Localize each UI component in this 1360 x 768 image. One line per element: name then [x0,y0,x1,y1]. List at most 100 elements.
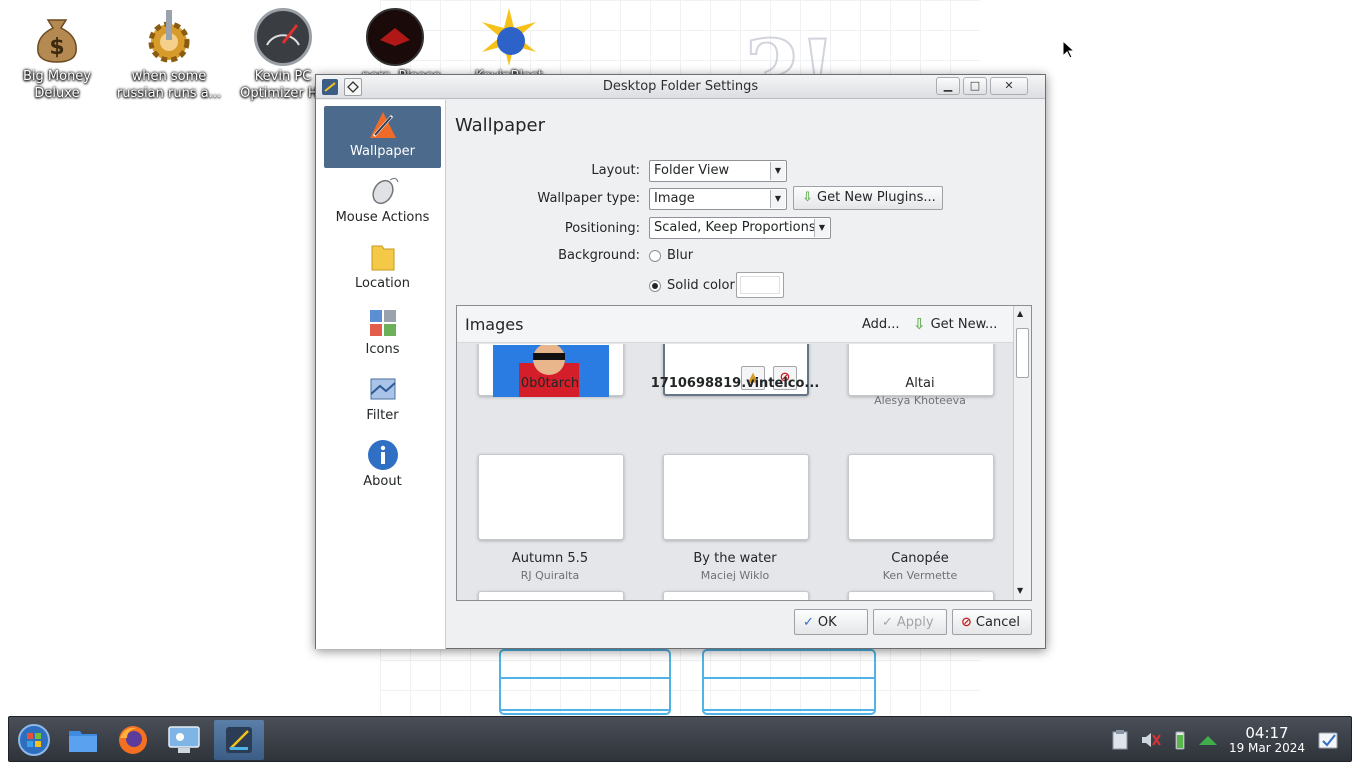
network-icon[interactable] [1197,729,1219,751]
sidebar-item-location[interactable]: Location [324,238,441,300]
desktop-settings-icon [226,727,252,753]
desktop-settings-taskbar-button[interactable] [214,720,264,760]
icons-icon [366,306,400,340]
solid-color-label: Solid color [667,278,735,293]
sidebar-item-label: Mouse Actions [335,210,430,225]
cancel-button[interactable]: ⊘ Cancel [952,609,1032,635]
sidebar-item-filter[interactable]: Filter [324,370,441,432]
sidebar-item-mouse-actions[interactable]: Mouse Actions [324,172,441,234]
sidebar-item-wallpaper[interactable]: Wallpaper [324,106,441,168]
filter-icon [366,372,400,406]
system-clock[interactable]: 04:17 19 Mar 2024 [1224,725,1310,755]
wallpaper-sketch-legs [499,649,876,715]
blur-label: Blur [667,248,694,263]
get-new-images-label: Get New... [930,316,998,332]
mouse-icon [366,174,400,208]
gear-icon [140,8,198,66]
layout-label: Layout: [591,163,640,178]
desktop-icon-label: Big Money Deluxe [22,69,91,101]
scroll-up-icon[interactable]: ▲ [1017,309,1023,318]
sidebar-item-about[interactable]: About [324,436,441,498]
images-scrollbar[interactable]: ▲ ▼ [1013,306,1031,600]
images-panel: Images Add... ⇩ Get New... ▲ ⊘ 0b0tarch … [456,305,1032,601]
apply-button[interactable]: ✓ Apply [873,609,947,635]
get-new-plugins-button[interactable]: ⇩ Get New Plugins... [793,186,943,210]
folder-icon [366,240,400,274]
sidebar-item-label: Icons [365,342,400,357]
title-bar[interactable]: Desktop Folder Settings ▁ □ ✕ [316,75,1045,99]
firefox-icon [119,726,147,754]
sidebar-item-label: Wallpaper [349,144,416,159]
background-label: Background: [558,248,640,263]
layout-select[interactable]: Folder View ▼ [649,160,787,182]
wallpaper-name: Canopée [891,551,949,566]
system-settings-icon [168,726,200,753]
checkmark-icon: ✓ [803,614,814,630]
desktop-icon-russian[interactable]: when some russian runs a... [114,8,224,102]
wallpaper-thumbnail[interactable] [478,591,624,600]
file-manager-icon [69,731,97,752]
wallpaper-icon [366,108,400,142]
images-title: Images [465,315,524,334]
desktop-icon-big-money-deluxe[interactable]: $ Big Money Deluxe [2,8,112,102]
wallpaper-thumbnail[interactable] [663,591,809,600]
chevron-down-icon: ▼ [770,190,785,208]
scrollbar-handle[interactable] [1016,328,1029,378]
red-emblem-icon [366,8,424,66]
wallpaper-thumbnail[interactable] [848,454,994,540]
minimize-button[interactable]: ▁ [936,77,960,95]
sidebar-item-label: About [363,474,402,489]
positioning-label: Positioning: [564,221,640,236]
battery-icon[interactable] [1169,729,1191,751]
clock-time: 04:17 [1245,724,1289,742]
sidebar-item-label: Location [355,276,410,291]
sidebar-item-label: Filter [366,408,399,423]
solid-color-radio[interactable] [649,280,661,292]
wallpaper-name: Autumn 5.5 [511,551,589,566]
get-new-plugins-label: Get New Plugins... [817,190,936,205]
color-picker-button[interactable] [736,272,784,298]
settings-sidebar: Wallpaper Mouse Actions Location Icons F… [316,100,446,649]
money-bag-icon: $ [28,8,86,66]
volume-muted-icon[interactable] [1139,729,1161,751]
maximize-button[interactable]: □ [963,77,987,95]
wallpaper-type-select[interactable]: Image ▼ [649,188,787,210]
desktop-folder-settings-dialog: Desktop Folder Settings ▁ □ ✕ Wallpaper … [315,74,1046,649]
blast-globe-icon [480,8,538,66]
positioning-value: Scaled, Keep Proportions [654,220,816,235]
ok-button[interactable]: ✓ OK [794,609,868,635]
start-menu-button[interactable] [11,720,57,760]
wallpaper-thumbnail[interactable] [848,591,994,600]
wallpaper-author: RJ Quiralta [520,569,580,582]
positioning-select[interactable]: Scaled, Keep Proportions ▼ [649,217,831,239]
get-new-images-button[interactable]: ⇩ Get New... [913,315,997,333]
show-desktop-icon[interactable] [1317,729,1339,751]
scroll-down-icon[interactable]: ▼ [1017,586,1023,595]
add-image-button[interactable]: Add... [862,317,900,332]
clipboard-icon[interactable] [1109,729,1131,751]
wallpaper-name: 0b0tarch [520,376,580,391]
layout-value: Folder View [654,163,730,178]
close-button[interactable]: ✕ [990,77,1028,95]
blur-radio[interactable] [649,250,661,262]
wallpaper-name: Altai [905,376,935,391]
speedometer-icon [254,8,312,66]
wallpaper-thumbnail[interactable] [663,454,809,540]
apply-label: Apply [896,614,934,630]
wallpaper-type-value: Image [654,191,695,206]
ok-label: OK [817,614,837,630]
mouse-cursor-icon [1062,40,1076,59]
file-manager-button[interactable] [60,720,106,760]
sidebar-item-icons[interactable]: Icons [324,304,441,366]
start-menu-icon [18,724,50,756]
chevron-down-icon: ▼ [814,219,829,237]
images-grid: ▲ ⊘ 0b0tarch 1710698819.vintelco... Alta… [457,344,1013,600]
system-settings-button[interactable] [161,720,207,760]
color-swatch [740,276,780,294]
page-title: Wallpaper [455,115,546,136]
firefox-button[interactable] [110,720,156,760]
svg-text:$: $ [49,35,64,60]
wallpaper-type-label: Wallpaper type: [537,191,640,206]
info-icon [366,438,400,472]
wallpaper-thumbnail[interactable] [478,454,624,540]
